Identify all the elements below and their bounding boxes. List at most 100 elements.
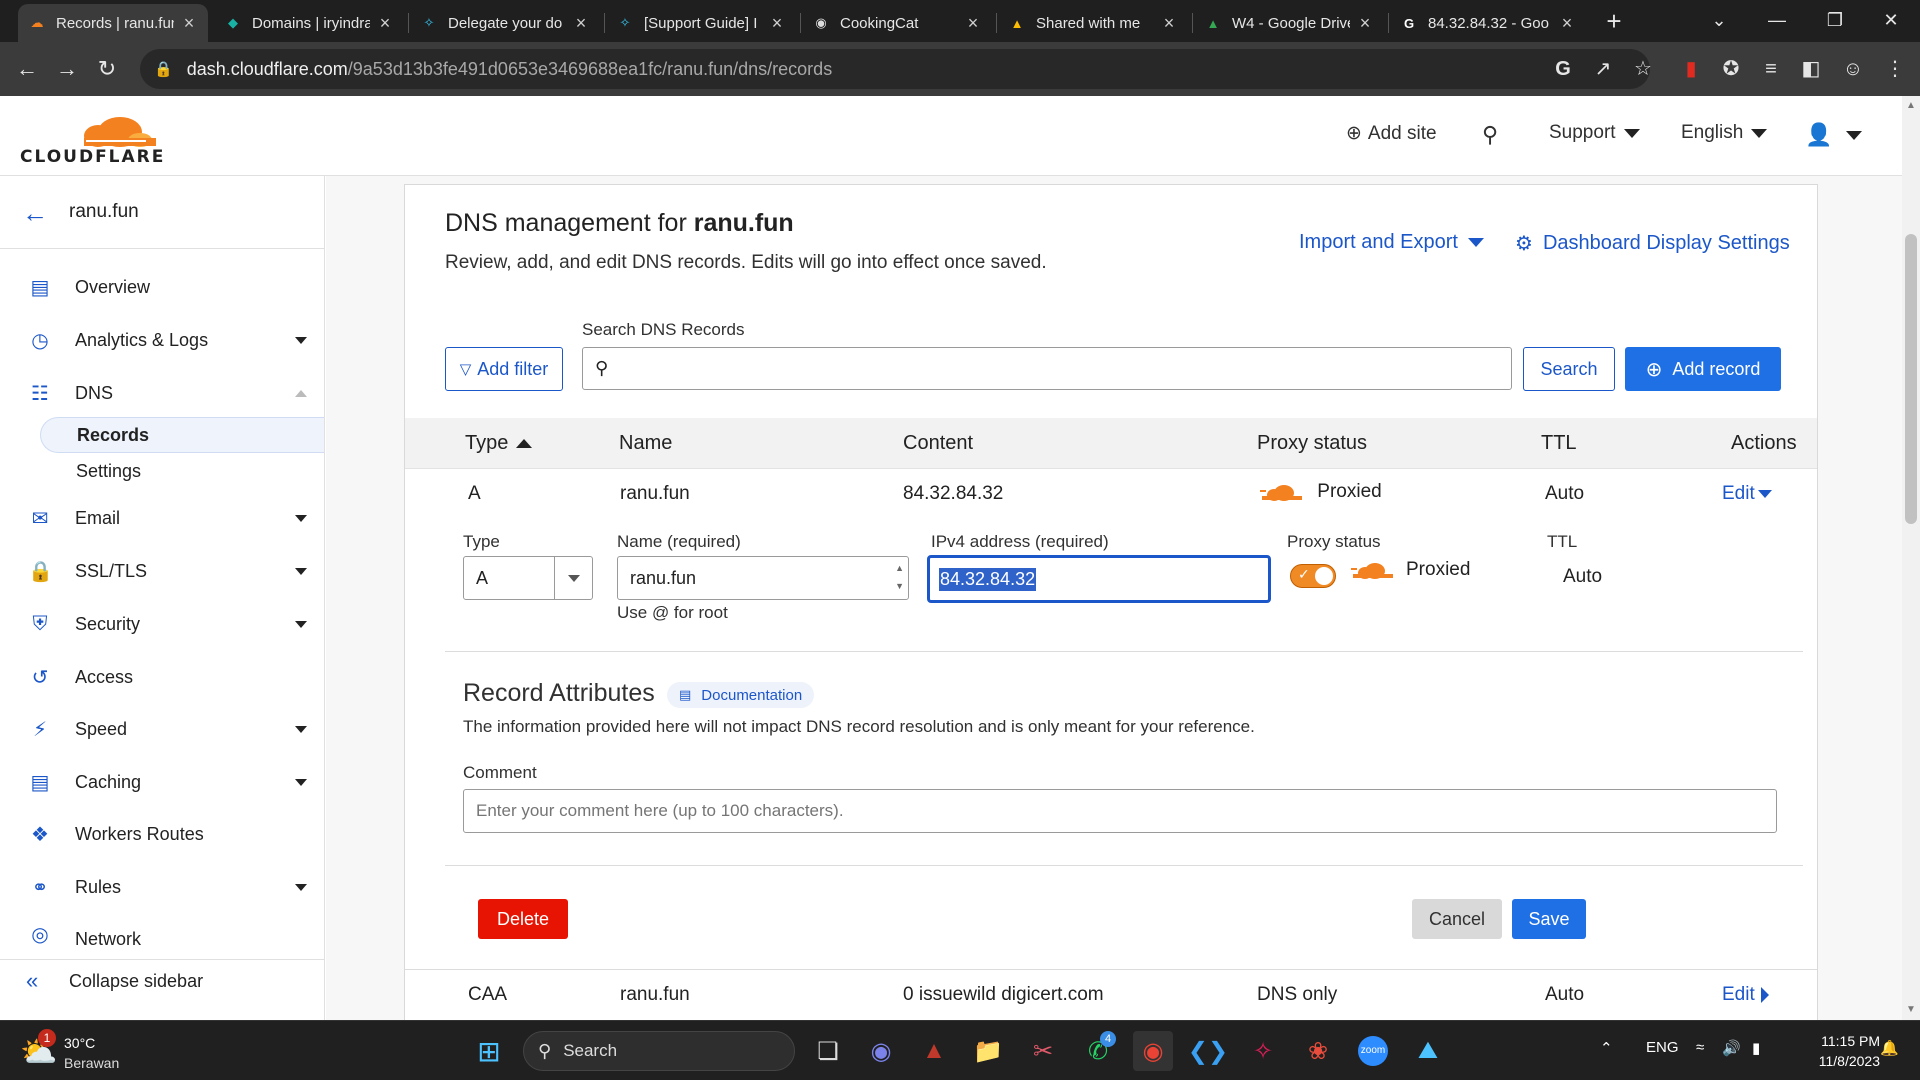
extensions-icon[interactable]: ✪: [1716, 54, 1746, 84]
proxy-status-toggle[interactable]: ✓: [1290, 564, 1336, 588]
search-button[interactable]: Search: [1523, 347, 1615, 391]
close-icon[interactable]: ×: [572, 13, 590, 34]
column-header-ttl[interactable]: TTL: [1541, 432, 1577, 455]
file-explorer-icon[interactable]: 📁: [968, 1031, 1008, 1071]
google-lens-icon[interactable]: G: [1548, 54, 1578, 84]
page-scrollbar[interactable]: ▲ ▼: [1902, 96, 1920, 1020]
ipv4-address-input[interactable]: 84.32.84.32: [927, 555, 1271, 603]
vscode-icon[interactable]: ❮❯: [1188, 1031, 1228, 1071]
close-icon[interactable]: ×: [180, 13, 198, 34]
dashboard-display-settings-link[interactable]: ⚙ Dashboard Display Settings: [1515, 231, 1790, 256]
sidebar-item-analytics[interactable]: ◷ Analytics & Logs: [0, 320, 324, 360]
weather-widget[interactable]: ⛅ 1 30°C Berawan: [20, 1029, 180, 1073]
tab-google-search[interactable]: G 84.32.84.32 - Goo ×: [1390, 4, 1586, 42]
game-app-icon[interactable]: ▲: [914, 1031, 954, 1071]
sidebar-item-caching[interactable]: ▤ Caching: [0, 762, 324, 802]
close-icon[interactable]: ×: [1356, 13, 1374, 34]
collapse-sidebar-button[interactable]: « Collapse sidebar: [0, 959, 324, 999]
table-row[interactable]: CAA ranu.fun 0 issuewild digicert.com DN…: [405, 970, 1817, 1020]
scroll-up-icon[interactable]: ▲: [1906, 100, 1916, 111]
show-hidden-icons-icon[interactable]: ⌃: [1600, 1039, 1613, 1057]
tab-shared-with-me[interactable]: ▲ Shared with me ×: [998, 4, 1188, 42]
language-menu[interactable]: English: [1681, 122, 1768, 144]
back-icon[interactable]: ←: [12, 54, 42, 84]
whatsapp-icon[interactable]: ✆ 4: [1078, 1031, 1118, 1071]
notifications-bell-icon[interactable]: 🔔: [1880, 1039, 1899, 1057]
chat-icon[interactable]: ◉: [861, 1031, 901, 1071]
menu-kebab-icon[interactable]: ⋮: [1880, 54, 1910, 84]
tab-search-icon[interactable]: ⌄: [1690, 0, 1748, 42]
pdf-extension-icon[interactable]: ▮: [1676, 54, 1706, 84]
wifi-icon[interactable]: ≈: [1696, 1039, 1704, 1056]
sidebar-subitem-records[interactable]: Records: [40, 417, 324, 453]
address-bar[interactable]: 🔒 dash.cloudflare.com/9a53d13b3fe491d065…: [140, 49, 1650, 89]
sidebar-item-dns[interactable]: ☷ DNS: [0, 373, 324, 413]
bookmark-star-icon[interactable]: ☆: [1628, 54, 1658, 84]
profile-avatar[interactable]: ☺: [1838, 54, 1868, 84]
tab-delegate[interactable]: ✧ Delegate your do ×: [410, 4, 600, 42]
snipping-tool-icon[interactable]: ✂: [1023, 1031, 1063, 1071]
windows-start-icon[interactable]: ⊞: [469, 1031, 509, 1071]
documentation-link[interactable]: ▤ Documentation: [667, 682, 815, 708]
maximize-icon[interactable]: ❐: [1806, 0, 1864, 42]
sidebar-item-speed[interactable]: ⚡ Speed: [0, 709, 324, 749]
share-icon[interactable]: ↗: [1588, 54, 1618, 84]
stepper-arrows-icon[interactable]: ▲ ▼: [895, 559, 904, 595]
user-menu[interactable]: 👤: [1805, 122, 1863, 148]
sidebar-item-security[interactable]: ⛨ Security: [0, 604, 324, 644]
import-export-menu[interactable]: Import and Export: [1299, 231, 1484, 254]
edit-record-link[interactable]: Edit: [1722, 984, 1769, 1006]
sidebar-item-workers-routes[interactable]: ❖ Workers Routes: [0, 814, 324, 854]
scrollbar-thumb[interactable]: [1905, 234, 1917, 524]
column-header-content[interactable]: Content: [903, 432, 973, 455]
reload-icon[interactable]: ↻: [92, 54, 122, 84]
system-clock[interactable]: 11:15 PM 11/8/2023: [1800, 1031, 1880, 1071]
close-icon[interactable]: ×: [376, 13, 394, 34]
input-language[interactable]: ENG: [1646, 1039, 1679, 1056]
slack-icon[interactable]: ✧: [1243, 1031, 1283, 1071]
zoom-icon[interactable]: zoom: [1353, 1031, 1393, 1071]
cloudflare-logo[interactable]: CLOUDFLARE: [20, 110, 163, 167]
minimize-icon[interactable]: —: [1748, 0, 1806, 42]
close-icon[interactable]: ×: [1160, 13, 1178, 34]
back-arrow-icon[interactable]: ←: [22, 198, 48, 229]
task-view-icon[interactable]: ❏: [808, 1031, 848, 1071]
search-input[interactable]: ⚲: [582, 347, 1512, 390]
close-icon[interactable]: ×: [964, 13, 982, 34]
forward-icon[interactable]: →: [52, 54, 82, 84]
edit-record-link[interactable]: Edit: [1722, 483, 1772, 505]
close-icon[interactable]: ×: [1558, 13, 1576, 34]
chrome-icon[interactable]: ◉: [1133, 1031, 1173, 1071]
save-button[interactable]: Save: [1512, 899, 1586, 939]
battery-icon[interactable]: ▮: [1752, 1039, 1760, 1057]
add-filter-button[interactable]: ▽ Add filter: [445, 347, 563, 391]
close-icon[interactable]: ×: [768, 13, 786, 34]
tab-cookingcat[interactable]: ◉ CookingCat ×: [802, 4, 992, 42]
type-select[interactable]: A: [463, 556, 593, 600]
sidebar-item-overview[interactable]: ▤ Overview: [0, 267, 324, 307]
table-row[interactable]: A ranu.fun 84.32.84.32 Proxied Auto Edit: [405, 469, 1817, 519]
photos-icon[interactable]: ⛰: [1408, 1031, 1448, 1071]
column-header-type[interactable]: Type: [465, 432, 533, 455]
side-panel-icon[interactable]: ◧: [1796, 54, 1826, 84]
sidebar-item-network[interactable]: ◎ Network: [0, 919, 324, 950]
scroll-down-icon[interactable]: ▼: [1906, 1004, 1916, 1015]
add-record-button[interactable]: ⊕ Add record: [1625, 347, 1781, 391]
sidebar-item-access[interactable]: ↺ Access: [0, 657, 324, 697]
volume-icon[interactable]: 🔊: [1722, 1039, 1741, 1057]
name-input[interactable]: ranu.fun ▲ ▼: [617, 556, 909, 600]
support-menu[interactable]: Support: [1549, 122, 1640, 144]
comment-input[interactable]: [463, 789, 1777, 833]
search-icon[interactable]: ⚲: [1482, 122, 1498, 148]
reading-list-icon[interactable]: ≡: [1756, 54, 1786, 84]
app-red-icon[interactable]: ❀: [1298, 1031, 1338, 1071]
sidebar-item-email[interactable]: ✉ Email: [0, 498, 324, 538]
column-header-name[interactable]: Name: [619, 432, 672, 455]
tab-w4-drive[interactable]: ▲ W4 - Google Drive ×: [1194, 4, 1384, 42]
tab-records[interactable]: ☁ Records | ranu.fun ×: [18, 4, 208, 42]
new-tab-button[interactable]: +: [1598, 6, 1630, 38]
close-window-icon[interactable]: ✕: [1862, 0, 1920, 42]
taskbar-search-box[interactable]: ⚲ Search: [523, 1031, 795, 1071]
cancel-button[interactable]: Cancel: [1412, 899, 1502, 939]
sidebar-subitem-settings[interactable]: Settings: [40, 453, 324, 489]
